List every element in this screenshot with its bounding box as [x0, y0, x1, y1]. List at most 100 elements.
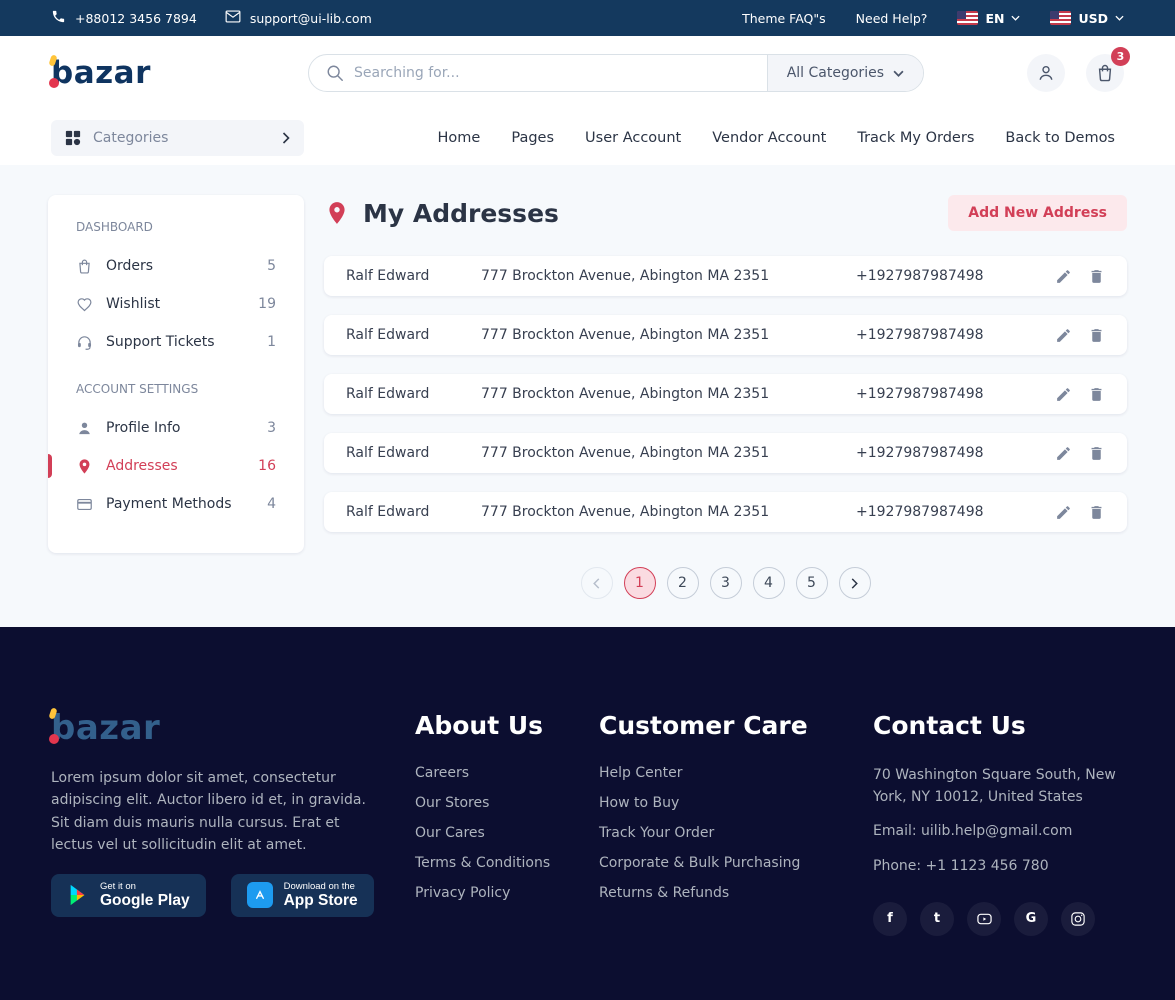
delete-address-button[interactable]	[1088, 268, 1105, 285]
pencil-icon	[1055, 268, 1072, 285]
delete-address-button[interactable]	[1088, 504, 1105, 521]
nav-link-vendor-account[interactable]: Vendor Account	[712, 130, 826, 146]
footer-logo-text: bazar	[51, 708, 160, 748]
instagram-icon[interactable]	[1061, 902, 1095, 936]
address-phone: +1927987987498	[856, 386, 1055, 402]
pagination-page-3[interactable]: 3	[710, 567, 742, 599]
delete-address-button[interactable]	[1088, 327, 1105, 344]
address-row: Ralf Edward 777 Brockton Avenue, Abingto…	[324, 315, 1127, 355]
edit-address-button[interactable]	[1055, 445, 1072, 462]
pagination-prev-button[interactable]	[581, 567, 613, 599]
address-name: Ralf Edward	[346, 445, 481, 461]
search-input[interactable]	[344, 65, 767, 81]
footer-description: Lorem ipsum dolor sit amet, consectetur …	[51, 767, 385, 857]
pagination-page-2[interactable]: 2	[667, 567, 699, 599]
mail-icon	[225, 10, 241, 26]
topbar-phone[interactable]: +88012 3456 7894	[51, 9, 197, 27]
sidebar-item-label: Profile Info	[106, 420, 180, 436]
nav-link-home[interactable]: Home	[438, 130, 481, 146]
us-flag-icon	[1050, 11, 1071, 25]
sidebar-item-count: 1	[267, 334, 276, 350]
footer-link-privacy[interactable]: Privacy Policy	[415, 885, 599, 901]
phone-icon	[51, 9, 66, 27]
language-select[interactable]: EN	[957, 11, 1020, 26]
footer-link-terms[interactable]: Terms & Conditions	[415, 855, 599, 871]
contact-phone[interactable]: Phone: +1 1123 456 780	[873, 856, 1124, 878]
sidebar-item-support-tickets[interactable]: Support Tickets 1	[48, 323, 304, 361]
sidebar-item-addresses[interactable]: Addresses 16	[48, 447, 304, 485]
topbar-email-text: support@ui-lib.com	[250, 11, 372, 26]
footer-link-help-center[interactable]: Help Center	[599, 765, 873, 781]
footer-link-returns-refunds[interactable]: Returns & Refunds	[599, 885, 873, 901]
chevron-down-icon	[1115, 15, 1124, 21]
pagination-page-4[interactable]: 4	[753, 567, 785, 599]
address-name: Ralf Edward	[346, 386, 481, 402]
address-phone: +1927987987498	[856, 327, 1055, 343]
nav-link-user-account[interactable]: User Account	[585, 130, 681, 146]
pencil-icon	[1055, 327, 1072, 344]
categories-label: Categories	[93, 130, 270, 146]
footer-link-how-to-buy[interactable]: How to Buy	[599, 795, 873, 811]
footer-column-title: About Us	[415, 711, 599, 740]
currency-select[interactable]: USD	[1050, 11, 1124, 26]
nav-link-pages[interactable]: Pages	[511, 130, 554, 146]
add-new-address-button[interactable]: Add New Address	[948, 195, 1127, 231]
edit-address-button[interactable]	[1055, 327, 1072, 344]
sidebar-item-label: Addresses	[106, 458, 178, 474]
currency-value: USD	[1078, 11, 1108, 26]
edit-address-button[interactable]	[1055, 386, 1072, 403]
headset-icon	[76, 334, 93, 351]
trash-icon	[1088, 445, 1105, 462]
edit-address-button[interactable]	[1055, 504, 1072, 521]
app-store-icon	[247, 882, 273, 908]
footer-link-careers[interactable]: Careers	[415, 765, 599, 781]
account-sidebar: DASHBOARD Orders 5 Wishlist 19 Support T…	[48, 195, 304, 553]
edit-address-button[interactable]	[1055, 268, 1072, 285]
logo-text: bazar	[51, 55, 151, 91]
address-row: Ralf Edward 777 Brockton Avenue, Abingto…	[324, 256, 1127, 296]
theme-faqs-link[interactable]: Theme FAQ"s	[742, 11, 826, 26]
categories-menu-button[interactable]: Categories	[51, 120, 304, 156]
topbar-phone-number: +88012 3456 7894	[75, 11, 197, 26]
store-button-small-text: Download on the	[284, 881, 358, 892]
footer-link-our-stores[interactable]: Our Stores	[415, 795, 599, 811]
address-row: Ralf Edward 777 Brockton Avenue, Abingto…	[324, 374, 1127, 414]
address-text: 777 Brockton Avenue, Abington MA 2351	[481, 504, 856, 520]
delete-address-button[interactable]	[1088, 445, 1105, 462]
topbar-email[interactable]: support@ui-lib.com	[225, 10, 372, 26]
sidebar-section-title: ACCOUNT SETTINGS	[48, 382, 304, 396]
sidebar-item-orders[interactable]: Orders 5	[48, 247, 304, 285]
cart-button[interactable]: 3	[1086, 54, 1124, 92]
sidebar-item-count: 4	[267, 496, 276, 512]
category-dropdown[interactable]: All Categories	[767, 55, 923, 91]
need-help-link[interactable]: Need Help?	[856, 11, 928, 26]
sidebar-item-count: 16	[258, 458, 276, 474]
google-icon[interactable]: G	[1014, 902, 1048, 936]
pagination-page-5[interactable]: 5	[796, 567, 828, 599]
app-store-button[interactable]: Download on the App Store	[231, 874, 374, 917]
logo[interactable]: bazar	[51, 58, 151, 89]
contact-email[interactable]: Email: uilib.help@gmail.com	[873, 821, 1124, 843]
footer-link-track-your-order[interactable]: Track Your Order	[599, 825, 873, 841]
account-button[interactable]	[1027, 54, 1065, 92]
facebook-glyph: f	[887, 911, 893, 926]
footer-link-our-cares[interactable]: Our Cares	[415, 825, 599, 841]
sidebar-item-count: 5	[267, 258, 276, 274]
pagination-next-button[interactable]	[839, 567, 871, 599]
contact-address: 70 Washington Square South, New York, NY…	[873, 765, 1124, 808]
store-button-big-text: App Store	[284, 892, 358, 910]
sidebar-item-profile-info[interactable]: Profile Info 3	[48, 409, 304, 447]
delete-address-button[interactable]	[1088, 386, 1105, 403]
twitter-icon[interactable]: t	[920, 902, 954, 936]
footer-logo[interactable]: bazar	[51, 711, 385, 745]
youtube-icon[interactable]	[967, 902, 1001, 936]
nav-link-track-my-orders[interactable]: Track My Orders	[857, 130, 974, 146]
sidebar-item-payment-methods[interactable]: Payment Methods 4	[48, 485, 304, 523]
facebook-icon[interactable]: f	[873, 902, 907, 936]
pagination-page-1[interactable]: 1	[624, 567, 656, 599]
google-play-button[interactable]: Get it on Google Play	[51, 874, 206, 917]
heart-icon	[76, 296, 93, 313]
footer-link-corporate-bulk[interactable]: Corporate & Bulk Purchasing	[599, 855, 873, 871]
sidebar-item-wishlist[interactable]: Wishlist 19	[48, 285, 304, 323]
nav-link-back-to-demos[interactable]: Back to Demos	[1005, 130, 1115, 146]
